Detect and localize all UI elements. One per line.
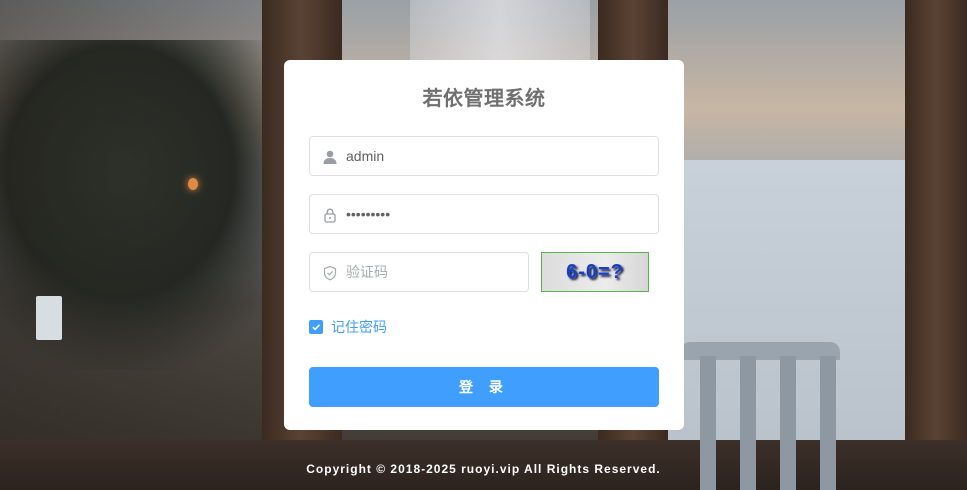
captcha-input[interactable] bbox=[346, 253, 516, 291]
login-card: 若依管理系统 6-0=? bbox=[284, 60, 684, 430]
user-icon bbox=[322, 149, 338, 165]
captcha-field[interactable] bbox=[309, 252, 529, 292]
checkbox-checked-icon bbox=[309, 320, 323, 334]
password-field[interactable] bbox=[309, 194, 659, 234]
password-input[interactable] bbox=[346, 195, 646, 233]
lock-icon bbox=[322, 207, 338, 223]
copyright-footer: Copyright © 2018-2025 ruoyi.vip All Righ… bbox=[306, 462, 661, 476]
remember-password-checkbox[interactable]: 记住密码 bbox=[309, 318, 387, 336]
username-input[interactable] bbox=[346, 137, 646, 175]
shield-icon bbox=[322, 265, 338, 281]
login-title: 若依管理系统 bbox=[422, 88, 546, 110]
captcha-text: 6-0=? bbox=[566, 261, 624, 283]
login-button[interactable]: 登 录 bbox=[309, 367, 659, 407]
captcha-image[interactable]: 6-0=? bbox=[541, 252, 649, 292]
username-field[interactable] bbox=[309, 136, 659, 176]
remember-password-label: 记住密码 bbox=[331, 319, 387, 335]
